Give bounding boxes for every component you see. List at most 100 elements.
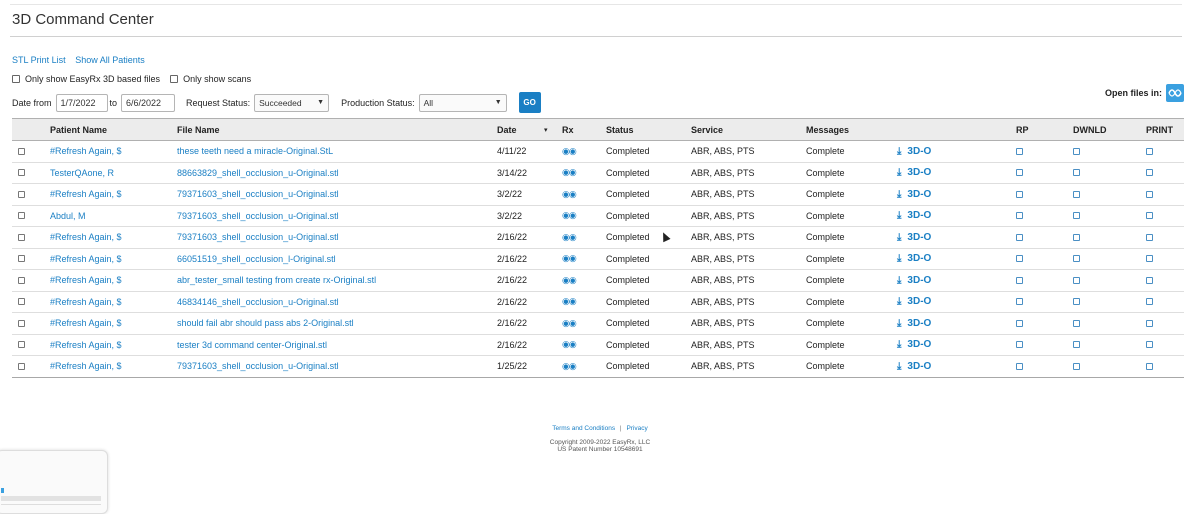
file-name-link[interactable]: 79371603_shell_occlusion_u-Original.stl	[177, 206, 339, 227]
view-3d-link[interactable]: ⤓ 3D-O	[897, 163, 931, 184]
show-all-patients-link[interactable]: Show All Patients	[75, 55, 145, 65]
patient-name-link[interactable]: #Refresh Again, $	[50, 184, 122, 205]
rp-checkbox[interactable]	[1016, 335, 1023, 356]
file-name-link[interactable]: tester 3d command center-Original.stl	[177, 335, 327, 356]
view-3d-link[interactable]: ⤓ 3D-O	[897, 249, 931, 270]
download-checkbox[interactable]	[1073, 249, 1080, 270]
stl-print-list-link[interactable]: STL Print List	[12, 55, 66, 65]
patient-name-link[interactable]: #Refresh Again, $	[50, 313, 122, 334]
binoculars-icon[interactable]: ◉◉	[562, 163, 577, 184]
file-name-link[interactable]: 79371603_shell_occlusion_u-Original.stl	[177, 356, 339, 377]
print-checkbox[interactable]	[1146, 184, 1153, 205]
print-checkbox[interactable]	[1146, 206, 1153, 227]
rp-checkbox[interactable]	[1016, 163, 1023, 184]
view-3d-link[interactable]: ⤓ 3D-O	[897, 141, 931, 162]
download-checkbox[interactable]	[1073, 313, 1080, 334]
view-3d-link[interactable]: ⤓ 3D-O	[897, 227, 931, 248]
binoculars-icon[interactable]: ◉◉	[562, 270, 577, 291]
print-checkbox[interactable]	[1146, 163, 1153, 184]
production-status-select[interactable]: All ▼	[418, 93, 507, 112]
download-checkbox[interactable]	[1073, 184, 1080, 205]
binoculars-icon[interactable]: ◉◉	[562, 292, 577, 313]
binoculars-icon[interactable]: ◉◉	[562, 141, 577, 162]
view-3d-link[interactable]: ⤓ 3D-O	[897, 184, 931, 205]
file-name-link[interactable]: abr_tester_small testing from create rx-…	[177, 270, 376, 291]
view-3d-link[interactable]: ⤓ 3D-O	[897, 270, 931, 291]
only-scans-option[interactable]: Only show scans	[170, 74, 251, 84]
download-checkbox[interactable]	[1073, 335, 1080, 356]
download-checkbox[interactable]	[1073, 270, 1080, 291]
rp-checkbox[interactable]	[1016, 249, 1023, 270]
sort-down-icon[interactable]: ▾	[544, 119, 548, 140]
patient-name-link[interactable]: #Refresh Again, $	[50, 270, 122, 291]
rp-checkbox[interactable]	[1016, 141, 1023, 162]
row-select-checkbox[interactable]	[18, 249, 25, 270]
view-3d-link[interactable]: ⤓ 3D-O	[897, 356, 931, 377]
patient-name-link[interactable]: #Refresh Again, $	[50, 292, 122, 313]
row-select-checkbox[interactable]	[18, 313, 25, 334]
print-checkbox[interactable]	[1146, 356, 1153, 377]
only-3d-files-checkbox[interactable]	[12, 75, 20, 83]
file-name-link[interactable]: 79371603_shell_occlusion_u-Original.stl	[177, 227, 339, 248]
patient-name-link[interactable]: Abdul, M	[50, 206, 86, 227]
patient-name-link[interactable]: #Refresh Again, $	[50, 141, 122, 162]
row-select-checkbox[interactable]	[18, 335, 25, 356]
binoculars-icon[interactable]: ◉◉	[562, 356, 577, 377]
print-checkbox[interactable]	[1146, 227, 1153, 248]
terms-link[interactable]: Terms and Conditions	[552, 425, 615, 432]
open-app-icon[interactable]	[1166, 84, 1184, 102]
print-checkbox[interactable]	[1146, 292, 1153, 313]
download-checkbox[interactable]	[1073, 227, 1080, 248]
row-select-checkbox[interactable]	[18, 184, 25, 205]
binoculars-icon[interactable]: ◉◉	[562, 184, 577, 205]
patient-name-link[interactable]: #Refresh Again, $	[50, 335, 122, 356]
binoculars-icon[interactable]: ◉◉	[562, 227, 577, 248]
go-button[interactable]: GO	[518, 92, 541, 113]
patient-name-link[interactable]: #Refresh Again, $	[50, 227, 122, 248]
print-checkbox[interactable]	[1146, 141, 1153, 162]
col-date[interactable]: Date	[497, 119, 517, 140]
row-select-checkbox[interactable]	[18, 356, 25, 377]
patient-name-link[interactable]: TesterQAone, R	[50, 163, 114, 184]
rp-checkbox[interactable]	[1016, 184, 1023, 205]
date-to-input[interactable]: 6/6/2022	[121, 93, 176, 112]
file-name-link[interactable]: 88663829_shell_occlusion_u-Original.stl	[177, 163, 339, 184]
download-checkbox[interactable]	[1073, 292, 1080, 313]
patient-name-link[interactable]: #Refresh Again, $	[50, 356, 122, 377]
binoculars-icon[interactable]: ◉◉	[562, 313, 577, 334]
file-name-link[interactable]: these teeth need a miracle-Original.StL	[177, 141, 333, 162]
download-checkbox[interactable]	[1073, 141, 1080, 162]
print-checkbox[interactable]	[1146, 313, 1153, 334]
request-status-select[interactable]: Succeeded ▼	[254, 93, 330, 112]
download-checkbox[interactable]	[1073, 206, 1080, 227]
only-3d-files-option[interactable]: Only show EasyRx 3D based files	[12, 74, 160, 84]
print-checkbox[interactable]	[1146, 249, 1153, 270]
view-3d-link[interactable]: ⤓ 3D-O	[897, 313, 931, 334]
rp-checkbox[interactable]	[1016, 227, 1023, 248]
only-scans-checkbox[interactable]	[170, 75, 179, 83]
rp-checkbox[interactable]	[1016, 292, 1023, 313]
view-3d-link[interactable]: ⤓ 3D-O	[897, 292, 931, 313]
row-select-checkbox[interactable]	[18, 206, 25, 227]
view-3d-link[interactable]: ⤓ 3D-O	[897, 206, 931, 227]
rp-checkbox[interactable]	[1016, 356, 1023, 377]
print-checkbox[interactable]	[1146, 270, 1153, 291]
col-file-name[interactable]: File Name	[177, 119, 220, 140]
file-name-link[interactable]: 46834146_shell_occlusion_u-Original.stl	[177, 292, 339, 313]
row-select-checkbox[interactable]	[18, 292, 25, 313]
row-select-checkbox[interactable]	[18, 163, 25, 184]
print-checkbox[interactable]	[1146, 335, 1153, 356]
download-checkbox[interactable]	[1073, 163, 1080, 184]
row-select-checkbox[interactable]	[18, 227, 25, 248]
binoculars-icon[interactable]: ◉◉	[562, 206, 577, 227]
rp-checkbox[interactable]	[1016, 270, 1023, 291]
binoculars-icon[interactable]: ◉◉	[562, 335, 577, 356]
file-name-link[interactable]: should fail abr should pass abs 2-Origin…	[177, 313, 354, 334]
col-patient-name[interactable]: Patient Name	[50, 119, 107, 140]
file-name-link[interactable]: 66051519_shell_occlusion_l-Original.stl	[177, 249, 336, 270]
rp-checkbox[interactable]	[1016, 206, 1023, 227]
patient-name-link[interactable]: #Refresh Again, $	[50, 249, 122, 270]
binoculars-icon[interactable]: ◉◉	[562, 249, 577, 270]
view-3d-link[interactable]: ⤓ 3D-O	[897, 335, 931, 356]
download-checkbox[interactable]	[1073, 356, 1080, 377]
